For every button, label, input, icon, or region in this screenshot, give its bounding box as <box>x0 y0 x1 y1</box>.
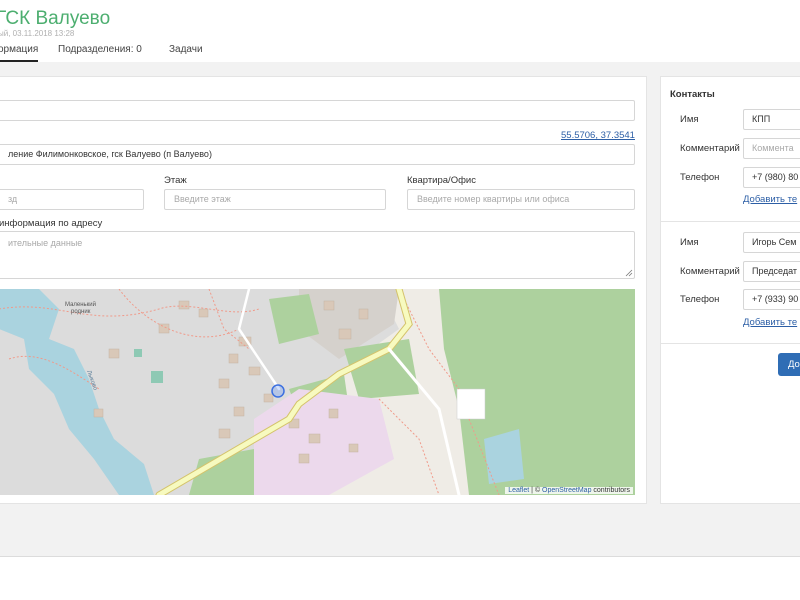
contact-comment-input[interactable]: Коммента <box>743 138 800 159</box>
contact-comment-label: Комментарий <box>680 143 740 154</box>
map-view[interactable]: Маленький родник Лыково Leaflet | © Open… <box>0 289 635 495</box>
coordinates-link[interactable]: 55.5706, 37.3541 <box>561 130 635 141</box>
contact-divider <box>660 221 800 222</box>
map-attribution: Leaflet | © OpenStreetMap contributors <box>505 487 633 494</box>
map-place-label-1: Маленький <box>65 301 96 308</box>
apartment-label: Квартира/Офис <box>407 175 476 186</box>
contact-phone-input[interactable]: +7 (933) 90 <box>743 289 800 310</box>
extra-info-textarea[interactable]: ительные данные <box>0 231 635 279</box>
extra-info-label: информация по адресу <box>0 218 103 229</box>
page-header: ГСК Валуево ый, 03.11.2018 13:28 ормация… <box>0 0 800 62</box>
contact-divider <box>660 343 800 344</box>
floor-input[interactable]: Введите этаж <box>164 189 386 210</box>
attribution-separator: | © <box>529 487 543 494</box>
contact-name-label: Имя <box>680 237 699 248</box>
add-contact-button[interactable]: До <box>778 353 800 376</box>
address-field[interactable]: ление Филимонковское, гск Валуево (п Вал… <box>0 144 635 165</box>
contact-phone-input[interactable]: +7 (980) 80 <box>743 167 800 188</box>
map-tiles: Маленький родник Лыково <box>0 289 635 495</box>
contact-comment-label: Комментарий <box>680 266 740 277</box>
contact-phone-label: Телефон <box>680 294 720 305</box>
tab-information[interactable]: ормация <box>0 44 39 62</box>
footer-divider <box>0 556 800 557</box>
contact-name-input[interactable]: Игорь Сем <box>743 232 800 253</box>
tab-tasks[interactable]: Задачи <box>169 44 203 55</box>
leaflet-link[interactable]: Leaflet <box>508 487 529 494</box>
contacts-title: Контакты <box>670 89 715 100</box>
contact-phone-label: Телефон <box>680 172 720 183</box>
contact-comment-input[interactable]: Председат <box>743 261 800 282</box>
entrance-input[interactable]: зд <box>0 189 144 210</box>
address-search-input[interactable] <box>0 100 635 121</box>
osm-link[interactable]: OpenStreetMap <box>542 487 591 494</box>
add-phone-link[interactable]: Добавить те <box>743 317 797 328</box>
page-title: ГСК Валуево <box>0 8 111 29</box>
contact-name-input[interactable]: КПП <box>743 109 800 130</box>
tab-subdivisions[interactable]: Подразделения: 0 <box>58 44 142 55</box>
add-phone-link[interactable]: Добавить те <box>743 194 797 205</box>
apartment-input[interactable]: Введите номер квартиры или офиса <box>407 189 635 210</box>
page-subtitle: ый, 03.11.2018 13:28 <box>0 29 75 38</box>
contact-name-label: Имя <box>680 114 699 125</box>
map-place-label-2: родник <box>71 309 91 315</box>
floor-label: Этаж <box>164 175 187 186</box>
attribution-tail: contributors <box>591 487 630 494</box>
resize-grip-icon[interactable] <box>625 269 633 277</box>
